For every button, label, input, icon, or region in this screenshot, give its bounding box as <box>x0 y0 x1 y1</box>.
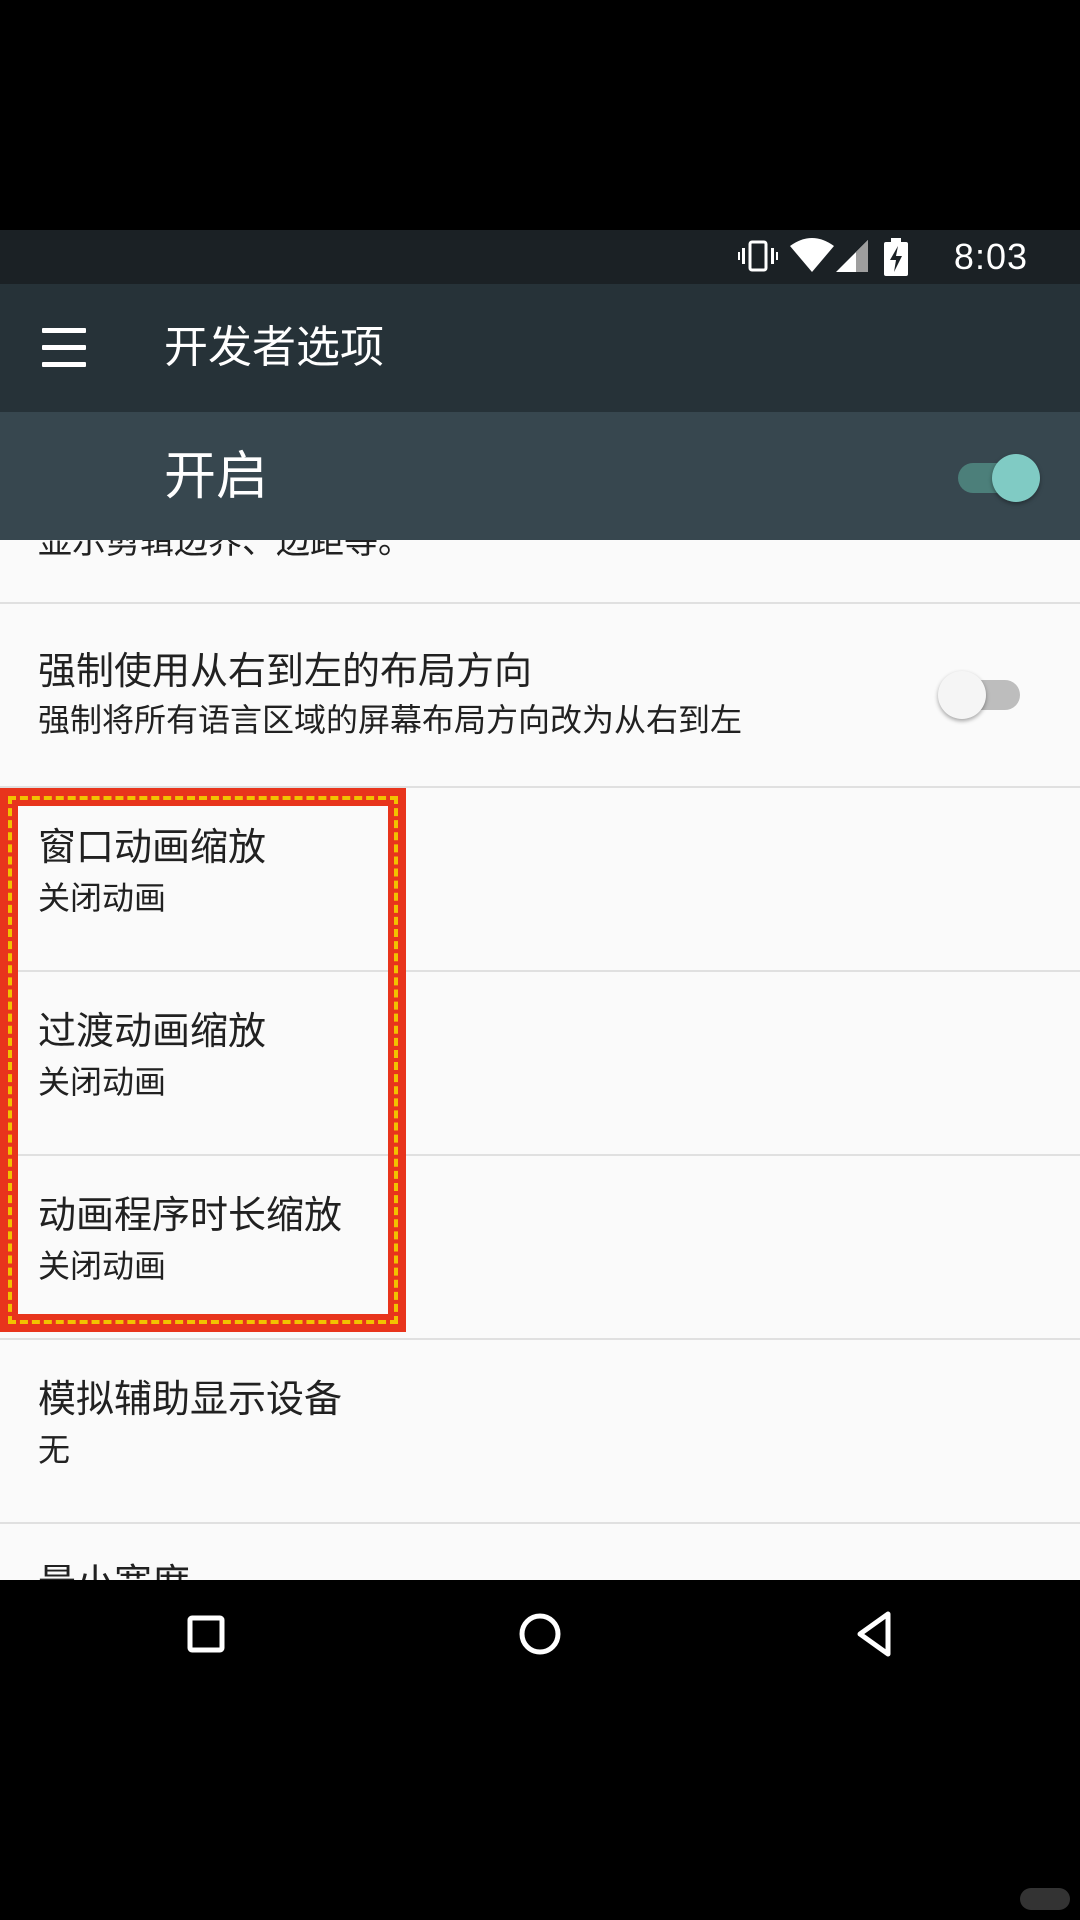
app-bar: 开发者选项 <box>0 284 1080 412</box>
page-title: 开发者选项 <box>164 322 384 373</box>
highlight-annotation-box <box>0 788 406 1332</box>
switch-thumb <box>992 454 1040 502</box>
pref-smallest-width[interactable]: 最小宽度 <box>0 1524 1080 1580</box>
force-rtl-toggle[interactable] <box>938 671 1020 719</box>
cell-signal-icon <box>836 240 868 272</box>
status-bar: 8:03 <box>0 230 1080 284</box>
pref-simulate-secondary-displays[interactable]: 模拟辅助显示设备 无 <box>0 1340 1080 1522</box>
pref-force-rtl[interactable]: 强制使用从右到左的布局方向 强制将所有语言区域的屏幕布局方向改为从右到左 <box>0 604 1080 786</box>
partial-summary-text: 显示剪辑边界、边距等。 <box>38 540 412 562</box>
navigation-bar <box>0 1580 1080 1686</box>
clock: 8:03 <box>953 236 1028 277</box>
vibrate-icon <box>738 240 778 272</box>
master-switch-bar[interactable]: 开启 <box>0 412 1080 540</box>
phone-screen: 8:03 开发者选项 开启 显示剪辑边界、边距等。 强制使用从右到左的布局方向 … <box>0 0 1080 1920</box>
recents-icon[interactable] <box>176 1604 236 1664</box>
watermark <box>1020 1888 1070 1910</box>
home-icon[interactable] <box>510 1604 570 1664</box>
pref-title: 模拟辅助显示设备 <box>38 1377 343 1421</box>
master-switch-label: 开启 <box>164 447 269 507</box>
switch-thumb <box>938 671 986 719</box>
settings-list: 显示剪辑边界、边距等。 强制使用从右到左的布局方向 强制将所有语言区域的屏幕布局… <box>0 540 1080 1580</box>
menu-icon[interactable] <box>42 328 86 368</box>
battery-charging-icon <box>884 238 908 276</box>
back-icon[interactable] <box>846 1604 906 1664</box>
wifi-icon <box>790 238 834 272</box>
pref-summary: 无 <box>38 1431 71 1469</box>
pref-title: 最小宽度 <box>38 1558 190 1580</box>
pref-summary: 强制将所有语言区域的屏幕布局方向改为从右到左 <box>38 701 743 739</box>
pref-title: 强制使用从右到左的布局方向 <box>38 649 533 693</box>
master-switch-toggle[interactable] <box>958 454 1040 502</box>
